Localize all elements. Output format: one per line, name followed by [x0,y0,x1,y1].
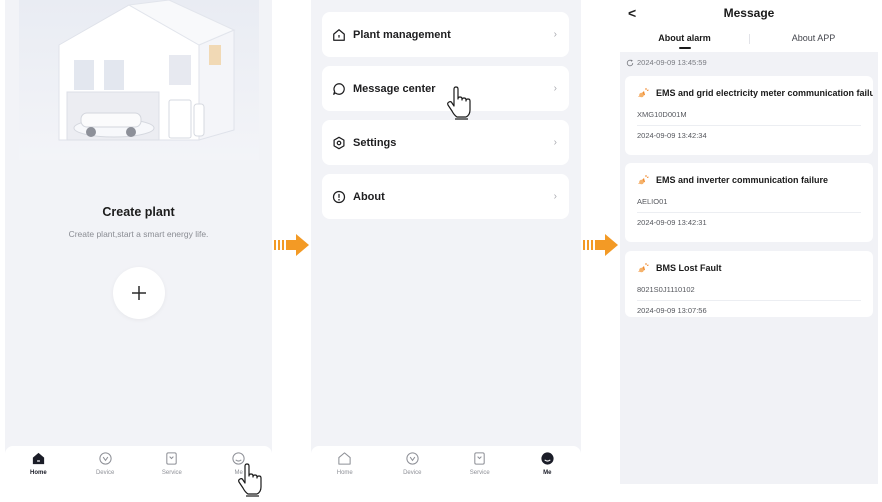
hand-pointer-icon [447,86,471,120]
tab-label: Device [95,470,115,476]
tab-service[interactable]: Service [139,446,206,484]
menu-item-plant-management[interactable]: Plant management › [322,12,569,57]
tab-label: Home [336,470,353,476]
tab-home[interactable]: Home [5,446,72,484]
alarm-title: BMS Lost Fault [656,263,722,273]
chevron-right-icon: › [553,191,557,202]
refresh-status: 2024-09-09 13:45:59 [626,58,707,67]
menu-item-label: About [353,190,385,203]
info-icon [332,190,346,203]
alarm-time: 2024-09-09 13:07:56 [637,306,707,315]
alarm-device-id: AELIO01 [637,197,668,206]
service-icon [166,452,178,465]
menu-item-about[interactable]: About › [322,174,569,219]
tutorial-strip: Create plant Create plant,start a smart … [0,0,882,502]
alarm-card[interactable]: EMS and inverter communication failure A… [625,163,873,242]
hand-pointer-icon [238,463,262,497]
message-header: < Message About alarm About APP [620,0,878,52]
alarm-title-row: EMS and inverter communication failure [637,174,828,186]
alarm-icon [638,263,649,273]
tab-label: Me [543,470,552,476]
page-title: Message [723,6,775,20]
tab-label: Home [30,470,47,476]
tab-device[interactable]: Device [379,446,447,484]
create-plant-title: Create plant [102,205,175,219]
tab-service[interactable]: Service [446,446,514,484]
chevron-right-icon: › [553,137,557,148]
alarm-title: EMS and inverter communication failure [656,175,829,185]
home-icon [338,452,351,465]
alarm-title-row: EMS and grid electricity meter communica… [637,87,873,99]
tab-label: Device [403,470,422,476]
me-screen: Plant management › Message center › Sett… [311,0,581,484]
alarm-time: 2024-09-09 13:42:31 [637,218,707,227]
tab-about-app[interactable]: About APP [749,33,878,43]
tab-about-alarm[interactable]: About alarm [620,33,749,49]
me-icon [541,452,554,465]
tab-home[interactable]: Home [311,446,379,484]
next-step-arrow-icon [274,234,309,256]
alarm-device-id: XMG10D001M [637,110,687,119]
chevron-right-icon: › [553,83,557,94]
alarm-card[interactable]: BMS Lost Fault 8021S0J1110102 2024-09-09… [625,251,873,317]
add-plant-button[interactable] [113,267,165,319]
menu-item-label: Settings [353,136,397,149]
tab-label: Service [161,470,182,476]
next-step-arrow-icon [583,234,618,256]
home-icon [333,28,345,41]
menu-item-settings[interactable]: Settings › [322,120,569,165]
tab-me[interactable]: Me [514,446,582,484]
divider [637,212,861,213]
alarm-device-id: 8021S0J1110102 [637,285,695,294]
alarm-card[interactable]: EMS and grid electricity meter communica… [625,76,873,155]
refresh-icon[interactable] [626,59,634,67]
refresh-time: 2024-09-09 13:45:59 [637,58,707,67]
settings-icon [333,136,345,149]
divider [637,300,861,301]
bottom-tab-bar: Home Device Service Me [5,446,272,484]
alarm-title-row: BMS Lost Fault [637,262,722,274]
service-icon [474,452,485,465]
device-icon [406,452,419,465]
create-plant-subtitle: Create plant,start a smart energy life. [68,229,209,239]
alarm-title: EMS and grid electricity meter communica… [656,88,873,98]
alarm-icon [638,88,649,98]
bottom-tab-bar: Home Device Service Me [311,446,581,484]
chevron-right-icon: › [553,29,557,40]
plus-icon [132,286,146,300]
tab-divider [749,34,750,44]
tab-device[interactable]: Device [72,446,139,484]
home-screen: Create plant Create plant,start a smart … [5,0,272,484]
home-icon [32,452,44,465]
menu-item-label: Plant management [353,28,451,41]
divider [637,125,861,126]
alarm-time: 2024-09-09 13:42:34 [637,131,707,140]
alarm-icon [638,175,649,185]
message-screen: < Message About alarm About APP 2024-09-… [620,0,878,484]
device-icon [98,452,112,465]
house-illustration [19,0,259,160]
message-icon [333,82,345,95]
tab-label: Service [469,470,490,476]
